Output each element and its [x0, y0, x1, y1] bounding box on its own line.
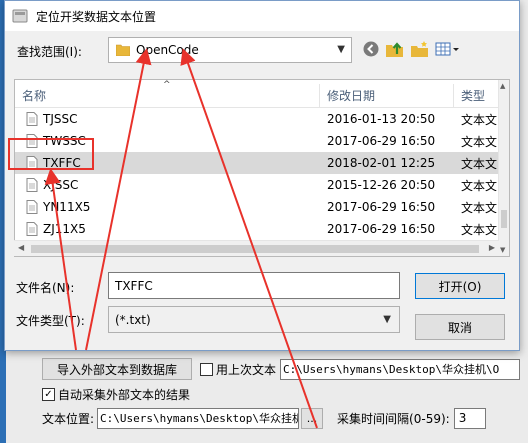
new-folder-icon[interactable]: [410, 39, 430, 59]
up-folder-icon[interactable]: [385, 39, 405, 59]
file-row[interactable]: TWSSC 2017-06-29 16:50 文本文: [15, 130, 499, 152]
folder-icon: [116, 44, 130, 56]
scroll-right-icon[interactable]: ▶: [489, 243, 495, 252]
filename-input[interactable]: TXFFC: [108, 272, 400, 299]
file-date: 2018-02-01 12:25: [327, 156, 436, 170]
file-list[interactable]: ^ 名称 修改日期 类型 TJSSC 2016-01-13 20:50 文本文 TWS…: [14, 79, 510, 257]
text-file-icon: [26, 200, 38, 214]
file-name: XJSSC: [43, 178, 79, 192]
filetype-dropdown[interactable]: (*.txt) ▼: [108, 306, 400, 333]
file-date: 2016-01-13 20:50: [327, 112, 436, 126]
file-row[interactable]: TJSSC 2016-01-13 20:50 文本文: [15, 108, 499, 130]
horizontal-scroll-thumb[interactable]: [31, 245, 479, 253]
file-type: 文本文: [461, 156, 498, 171]
scroll-up-icon[interactable]: ▲: [500, 82, 505, 90]
file-name: TJSSC: [43, 112, 78, 126]
file-name-cell: XJSSC: [15, 178, 320, 192]
scroll-down-icon[interactable]: ▼: [500, 246, 505, 254]
file-date: 2017-06-29 16:50: [327, 222, 436, 236]
file-row[interactable]: TXFFC 2018-02-01 12:25 文本文: [15, 152, 499, 174]
auto-collect-label: 自动采集外部文本的结果: [58, 388, 191, 402]
text-file-icon: [26, 112, 38, 126]
vertical-scroll-thumb[interactable]: [501, 210, 507, 228]
text-file-icon: [26, 134, 38, 148]
file-type: 文本文: [461, 222, 498, 237]
title-bar: 定位开奖数据文本位置: [5, 1, 519, 31]
look-in-dropdown[interactable]: OpenCode ▼: [108, 37, 352, 63]
auto-collect-checkbox[interactable]: ✓: [42, 388, 55, 401]
open-button[interactable]: 打开(O): [415, 273, 505, 299]
file-date: 2017-06-29 16:50: [327, 134, 436, 148]
chevron-down-icon: ▼: [383, 314, 391, 325]
column-type[interactable]: 类型: [454, 84, 499, 108]
auto-collect-option[interactable]: ✓ 自动采集外部文本的结果: [42, 386, 190, 403]
text-file-icon: [26, 156, 38, 170]
file-type: 文本文: [461, 200, 498, 215]
horizontal-scrollbar[interactable]: ◀ ▶: [14, 240, 499, 256]
path-field-bottom[interactable]: C:\Users\hymans\Desktop\华众挂机\: [97, 407, 300, 429]
text-location-label: 文本位置:: [42, 411, 95, 426]
look-in-label: 查找范围(I):: [17, 45, 82, 59]
file-name-cell: TXFFC: [15, 156, 320, 170]
open-file-dialog: 定位开奖数据文本位置 查找范围(I): OpenCode ▼ ^ 名称 修改日期…: [4, 0, 520, 351]
file-name: YN11X5: [43, 200, 91, 214]
navigation-toolbar: [362, 39, 461, 59]
file-date: 2015-12-26 20:50: [327, 178, 436, 192]
file-name-cell: TJSSC: [15, 112, 320, 126]
file-name-cell: YN11X5: [15, 200, 320, 214]
text-location-row: 文本位置: C:\Users\hymans\Desktop\华众挂机\ ... …: [42, 406, 486, 430]
import-button[interactable]: 导入外部文本到数据库: [42, 358, 192, 380]
file-date: 2017-06-29 16:50: [327, 200, 436, 214]
use-last-option[interactable]: 用上次文本: [200, 361, 276, 378]
file-rows: TJSSC 2016-01-13 20:50 文本文 TWSSC 2017-06-29 …: [15, 108, 499, 240]
use-last-checkbox[interactable]: [200, 362, 213, 376]
view-menu-icon[interactable]: [435, 39, 461, 59]
file-type: 文本文: [461, 178, 498, 193]
browse-button[interactable]: ...: [301, 407, 324, 429]
filetype-label: 文件类型(T):: [16, 314, 85, 328]
interval-label: 采集时间间隔(0-59):: [337, 411, 450, 426]
file-row[interactable]: XJSSC 2015-12-26 20:50 文本文: [15, 174, 499, 196]
use-last-label: 用上次文本: [216, 362, 277, 377]
file-name-cell: ZJ11X5: [15, 222, 320, 236]
import-row: 导入外部文本到数据库 用上次文本 C:\Users\hymans\Desktop…: [42, 357, 521, 381]
scroll-left-icon[interactable]: ◀: [18, 243, 24, 252]
file-type: 文本文: [461, 112, 498, 127]
app-icon: [12, 9, 28, 23]
back-icon[interactable]: [362, 39, 380, 59]
look-in-value: OpenCode: [136, 43, 199, 57]
cancel-button[interactable]: 取消: [415, 314, 505, 340]
column-name[interactable]: 名称: [15, 83, 320, 108]
file-row[interactable]: YN11X5 2017-06-29 16:50 文本文: [15, 196, 499, 218]
file-name-cell: TWSSC: [15, 134, 320, 148]
dialog-title: 定位开奖数据文本位置: [36, 9, 157, 24]
chevron-down-icon: ▼: [337, 44, 345, 55]
column-headers: 名称 修改日期 类型: [15, 83, 499, 108]
filetype-value: (*.txt): [115, 312, 151, 327]
vertical-scrollbar[interactable]: ▲ ▼: [498, 80, 509, 256]
file-type: 文本文: [461, 134, 498, 149]
text-file-icon: [26, 222, 38, 236]
column-date[interactable]: 修改日期: [320, 83, 454, 108]
interval-input[interactable]: 3: [453, 407, 486, 429]
path-field-top[interactable]: C:\Users\hymans\Desktop\华众挂机\O: [280, 358, 521, 380]
text-file-icon: [26, 178, 38, 192]
file-name: TXFFC: [43, 156, 81, 170]
file-name: TWSSC: [43, 134, 86, 148]
file-name: ZJ11X5: [43, 222, 86, 236]
filename-label: 文件名(N):: [16, 281, 75, 295]
file-row[interactable]: ZJ11X5 2017-06-29 16:50 文本文: [15, 218, 499, 240]
